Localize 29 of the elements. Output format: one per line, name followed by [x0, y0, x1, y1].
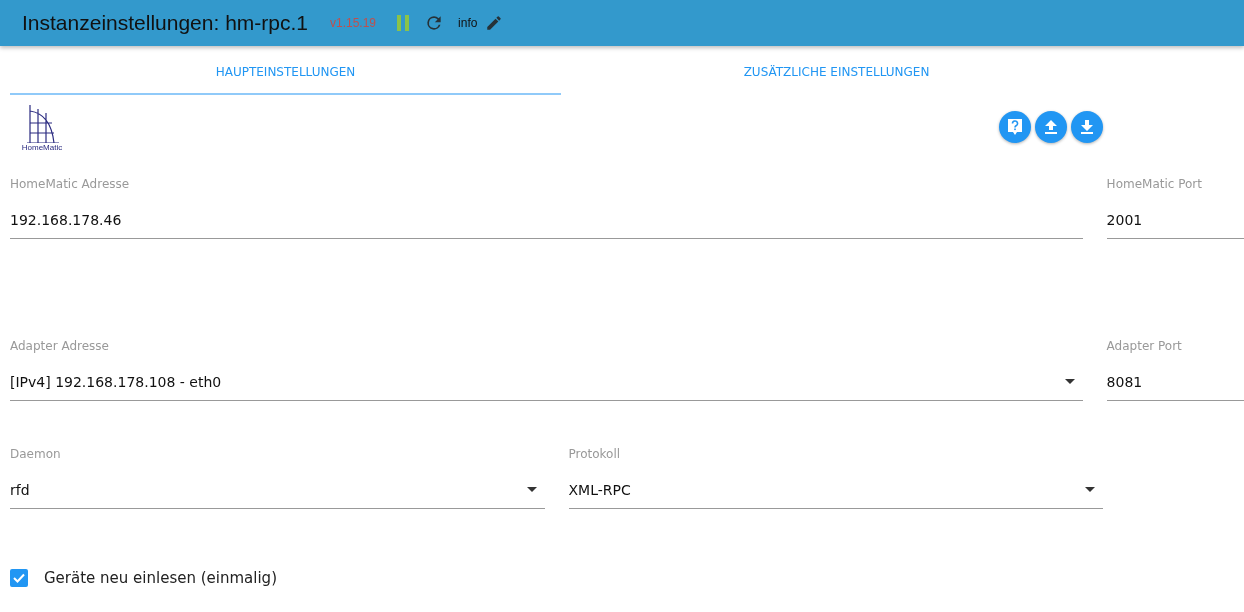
help-button[interactable] — [999, 111, 1031, 143]
download-icon — [1080, 119, 1094, 135]
download-button[interactable] — [1071, 111, 1103, 143]
field-label: Protokoll — [568, 447, 622, 463]
window-title: Instanzeinstellungen: hm-rpc.1 — [22, 11, 308, 35]
input-field[interactable]: 8081 — [1106, 363, 1244, 401]
field-label: HomeMatic Adresse — [10, 177, 131, 193]
field-label: Adapter Port — [1106, 339, 1183, 355]
logo-text: HomeMatic — [21, 143, 63, 152]
dropdown-caret-icon — [526, 487, 537, 492]
input-field[interactable]: 192.168.178.46 — [10, 201, 1083, 239]
info-label: info — [458, 16, 478, 30]
upload-icon — [1044, 119, 1058, 135]
select-field[interactable]: [IPv4] 192.168.178.108 - eth0 — [10, 363, 1083, 401]
field-label: Adapter Adresse — [10, 339, 110, 355]
dropdown-caret-icon — [1064, 379, 1075, 384]
field-label: Daemon — [10, 447, 62, 463]
select-field[interactable]: rfd — [10, 471, 545, 509]
upload-button[interactable] — [1035, 111, 1067, 143]
checkbox[interactable] — [10, 569, 28, 587]
logo-icon — [24, 103, 60, 143]
version-label: v1.15.19 — [330, 16, 377, 30]
select-field[interactable]: XML-RPC — [568, 471, 1103, 509]
edit-icon[interactable] — [485, 14, 504, 32]
checkbox-label: Geräte neu einlesen (einmalig) — [44, 569, 277, 587]
dropdown-caret-icon — [1085, 487, 1095, 492]
field-label: HomeMatic Port — [1106, 177, 1203, 193]
input-field[interactable]: 2001 — [1106, 201, 1244, 239]
help-icon — [1007, 118, 1023, 136]
